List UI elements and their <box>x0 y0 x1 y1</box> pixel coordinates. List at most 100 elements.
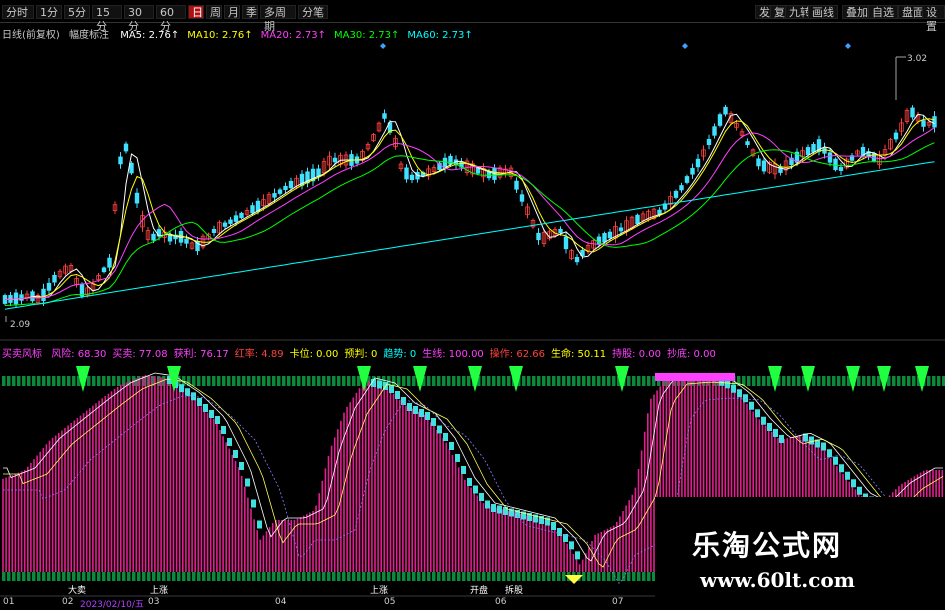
bottom-band-bar <box>192 572 196 581</box>
candle-body <box>107 257 112 268</box>
x-axis: 01 02 2023/02/10/五 03 04 05 06 07 <box>0 597 945 610</box>
candle-body <box>442 157 448 169</box>
signal-band-bar <box>437 376 441 386</box>
signal-band-bar <box>432 376 436 386</box>
bottom-band-bar <box>172 572 176 581</box>
signal-band-bar <box>312 376 316 386</box>
bottom-tag: 开盘 <box>470 584 488 596</box>
signal-band-bar <box>282 376 286 386</box>
bottom-band-bar <box>457 572 461 581</box>
signal-band-bar <box>57 376 61 386</box>
signal-band-bar <box>892 376 896 386</box>
signal-band-bar <box>287 376 291 386</box>
bottom-band-bar <box>272 572 276 581</box>
candle-body <box>239 212 244 219</box>
bottom-band-bar <box>92 572 96 581</box>
candle-body <box>717 114 723 126</box>
candle-body <box>283 185 288 191</box>
signal-band-bar <box>467 376 471 386</box>
signal-band-bar <box>192 376 196 386</box>
bottom-band-bar <box>242 572 246 581</box>
bottom-band-bar <box>177 572 181 581</box>
bottom-band-bar <box>342 572 346 581</box>
candle-body <box>228 219 233 224</box>
bottom-band-bar <box>82 572 86 581</box>
bottom-band-bar <box>512 572 516 581</box>
candle-body <box>833 158 838 171</box>
cyan-block <box>743 394 748 403</box>
high-marker: 3.02 <box>907 54 927 64</box>
signal-band-bar <box>407 376 411 386</box>
signal-band-bar <box>242 376 246 386</box>
bottom-band-bar <box>642 572 646 581</box>
cyan-block <box>251 499 256 508</box>
candle-body <box>382 113 387 119</box>
signal-band-bar <box>342 376 346 386</box>
signal-band-bar <box>842 376 846 386</box>
signal-band-bar <box>867 376 871 386</box>
candle-body <box>657 209 662 215</box>
x-axis-label: 02 <box>62 597 74 607</box>
signal-band-bar <box>837 376 841 386</box>
bottom-band-bar <box>152 572 156 581</box>
cyan-block <box>503 507 508 515</box>
bottom-band-bar <box>552 572 556 581</box>
signal-band-bar <box>857 376 861 386</box>
cyan-block <box>479 493 484 501</box>
bottom-band-bar <box>77 572 81 581</box>
signal-band-bar <box>337 376 341 386</box>
bottom-band-bar <box>282 572 286 581</box>
bottom-band-bar <box>37 572 41 581</box>
bottom-band-bar <box>487 572 491 581</box>
bottom-band-bar <box>617 572 621 581</box>
bottom-tag: 上涨 <box>150 585 168 596</box>
cyan-block <box>737 389 742 398</box>
signal-band-bar <box>592 376 596 386</box>
bottom-band-bar <box>57 572 61 581</box>
x-axis-label: 04 <box>275 597 287 607</box>
signal-band-bar <box>302 376 306 386</box>
signal-band-bar <box>37 376 41 386</box>
bottom-band-bar <box>542 572 546 581</box>
cyan-block <box>833 456 838 465</box>
signal-band-bar <box>907 376 911 386</box>
bottom-band-bar <box>562 572 566 581</box>
bottom-band-bar <box>537 572 541 581</box>
bottom-band-bar <box>87 572 91 581</box>
candle-body <box>679 185 684 191</box>
signal-band-bar <box>557 376 561 386</box>
signal-band-bar <box>627 376 631 386</box>
bottom-band-bar <box>437 572 441 581</box>
cyan-block <box>419 409 424 417</box>
signal-band-bar <box>12 376 16 386</box>
candle-body <box>684 176 690 183</box>
signal-band-bar <box>532 376 536 386</box>
signal-band-bar <box>332 376 336 386</box>
signal-band-bar <box>102 376 106 386</box>
bottom-band-bar <box>217 572 221 581</box>
candle-body <box>690 167 695 175</box>
signal-band-bar <box>202 376 206 386</box>
signal-band-bar <box>817 376 821 386</box>
bottom-band-bar <box>332 572 336 581</box>
bottom-band-bar <box>162 572 166 581</box>
signal-band-bar <box>222 376 226 386</box>
bottom-band-bar <box>137 572 141 581</box>
candle-body <box>404 167 409 180</box>
signal-band-bar <box>747 376 751 386</box>
cyan-block <box>401 397 406 405</box>
low-marker: 2.09 <box>10 320 30 330</box>
info-marker-icon <box>682 43 688 49</box>
signal-band-bar <box>927 376 931 386</box>
signal-band-bar <box>267 376 271 386</box>
signal-band-bar <box>277 376 281 386</box>
candle-body <box>695 158 701 168</box>
cyan-block <box>473 485 478 494</box>
signal-band-bar <box>602 376 606 386</box>
cyan-block <box>557 528 562 536</box>
signal-band-bar <box>912 376 916 386</box>
candle-body <box>129 162 134 174</box>
x-axis-label: 03 <box>148 597 160 607</box>
cyan-block <box>203 404 208 412</box>
signal-band-bar <box>227 376 231 386</box>
